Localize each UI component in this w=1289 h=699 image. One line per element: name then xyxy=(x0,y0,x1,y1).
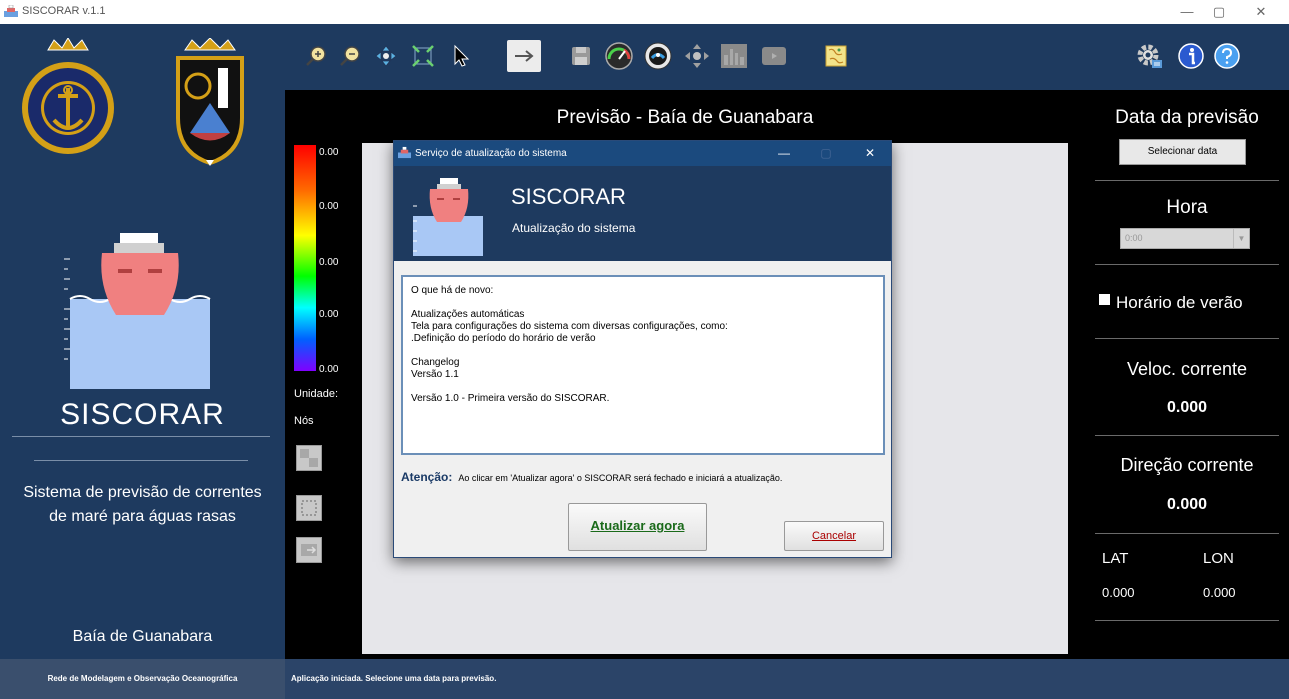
chart-icon[interactable] xyxy=(718,40,750,72)
screen-icon[interactable] xyxy=(758,40,790,72)
dialog-warning: Atenção: Ao clicar em 'Atualizar agora' o… xyxy=(401,470,782,484)
panel-divider xyxy=(1095,180,1279,181)
select-date-button[interactable]: Selecionar data xyxy=(1119,139,1246,165)
text-line: Tela para configurações do sistema com d… xyxy=(411,321,728,332)
dialog-titlebar: Serviço de atualização do sistema — ▢ ✕ xyxy=(394,141,891,166)
legend-value: 0.00 xyxy=(319,257,339,268)
dialog-maximize-button[interactable]: ▢ xyxy=(812,143,840,163)
lat-value: 0.000 xyxy=(1102,585,1135,600)
zoom-out-icon[interactable] xyxy=(335,40,367,72)
dialog-minimize-button[interactable]: — xyxy=(770,143,798,163)
speed-title: Veloc. corrente xyxy=(1126,359,1248,379)
panel-divider xyxy=(1095,620,1279,621)
warning-text: Ao clicar em 'Atualizar agora' o SISCORA… xyxy=(458,473,783,483)
export-button[interactable] xyxy=(296,537,322,563)
cancel-button[interactable]: Cancelar xyxy=(784,521,884,551)
lon-label: LON xyxy=(1203,550,1234,567)
hour-select[interactable]: 0:00 ▼ xyxy=(1120,228,1250,249)
direction-value: 0.000 xyxy=(1166,496,1208,513)
selection-box-button[interactable] xyxy=(296,495,322,521)
zoom-extent-icon[interactable] xyxy=(407,40,439,72)
text-line: Versão 1.0 - Primeira versão do SISCORAR… xyxy=(411,393,610,404)
warning-label: Atenção: xyxy=(401,470,453,484)
ship-illustration-icon xyxy=(64,233,211,389)
dialog-title: Serviço de atualização do sistema xyxy=(415,148,567,159)
map-icon[interactable] xyxy=(820,40,852,72)
legend-value: 0.00 xyxy=(319,364,339,375)
sidebar-divider xyxy=(12,436,270,437)
ship-app-icon xyxy=(4,5,18,17)
close-button[interactable]: ✕ xyxy=(1241,2,1281,22)
forecast-date-title: Data da previsão xyxy=(1115,107,1259,128)
ship-illustration-icon xyxy=(413,178,483,256)
settings-icon[interactable] xyxy=(1133,40,1165,72)
speedometer-icon[interactable] xyxy=(603,40,635,72)
sidebar-app-name: SISCORAR xyxy=(60,398,225,431)
speed-value: 0.000 xyxy=(1166,399,1208,416)
hour-title: Hora xyxy=(1166,197,1208,218)
direction-title: Direção corrente xyxy=(1120,455,1254,475)
toolbar xyxy=(285,24,1289,90)
pan-icon[interactable] xyxy=(370,40,402,72)
window-titlebar: SISCORAR v.1.1 — ▢ ✕ xyxy=(0,0,1289,24)
dst-checkbox[interactable] xyxy=(1099,294,1110,305)
left-sidebar: SISCORAR Sistema de previsão de corrente… xyxy=(0,24,285,659)
dst-label: Horário de verão xyxy=(1116,293,1243,312)
dialog-subtitle: Atualização do sistema xyxy=(512,221,636,235)
pointer-icon[interactable] xyxy=(445,40,477,72)
panel-divider xyxy=(1095,533,1279,534)
panel-divider xyxy=(1095,435,1279,436)
lon-value: 0.000 xyxy=(1203,585,1236,600)
text-line: Changelog xyxy=(411,357,460,368)
move-icon[interactable] xyxy=(681,40,713,72)
whats-new-textarea[interactable]: O que há de novo: Atualizações automátic… xyxy=(401,275,885,455)
text-line: .Definição do período do horário de verã… xyxy=(411,333,596,344)
page-title: Previsão - Baía de Guanabara xyxy=(556,107,814,128)
text-line: Versão 1.1 xyxy=(411,369,459,380)
arrow-icon[interactable] xyxy=(507,40,541,72)
sidebar-divider xyxy=(34,460,248,461)
animation-icon[interactable] xyxy=(642,40,674,72)
status-bar: Rede de Modelagem e Observação Oceanográ… xyxy=(0,659,1289,699)
update-now-button[interactable]: Atualizar agora xyxy=(568,503,707,551)
legend-value: 0.00 xyxy=(319,201,339,212)
update-dialog: Serviço de atualização do sistema — ▢ ✕ … xyxy=(393,140,892,558)
description-line: de maré para águas rasas xyxy=(49,508,236,525)
marinha-do-brasil-emblem xyxy=(22,38,114,154)
legend-value: 0.00 xyxy=(319,147,339,158)
unit-label: Unidade: xyxy=(294,388,339,400)
status-organization: Rede de Modelagem e Observação Oceanográ… xyxy=(0,659,285,699)
text-line: Atualizações automáticas xyxy=(411,309,525,320)
info-icon[interactable] xyxy=(1175,40,1207,72)
right-panel: Data da previsão Selecionar data Hora 0:… xyxy=(1085,90,1289,659)
dialog-header: SISCORAR Atualização do sistema xyxy=(394,166,891,261)
window-title: SISCORAR v.1.1 xyxy=(22,5,106,17)
unit-value: Nós xyxy=(294,415,314,427)
hour-select-value: 0:00 xyxy=(1125,233,1143,243)
lat-label: LAT xyxy=(1102,550,1129,567)
color-scale-legend xyxy=(294,145,316,371)
panel-divider xyxy=(1095,264,1279,265)
save-icon[interactable] xyxy=(565,40,597,72)
zoom-in-icon[interactable] xyxy=(301,40,333,72)
navy-ship-crest xyxy=(176,38,244,166)
panel-divider xyxy=(1095,338,1279,339)
dialog-close-button[interactable]: ✕ xyxy=(856,143,884,163)
ship-app-icon xyxy=(398,146,411,159)
maximize-button[interactable]: ▢ xyxy=(1199,2,1239,22)
help-icon[interactable] xyxy=(1211,40,1243,72)
description-line: Sistema de previsão de correntes xyxy=(23,484,262,501)
status-message: Aplicação iniciada. Selecione uma data p… xyxy=(291,674,497,683)
grid-toggle-button[interactable] xyxy=(296,445,322,471)
sidebar-region: Baía de Guanabara xyxy=(72,628,213,645)
chevron-down-icon: ▼ xyxy=(1233,229,1249,248)
text-line: O que há de novo: xyxy=(411,285,494,296)
sidebar-description: Sistema de previsão de correntes de maré… xyxy=(0,481,285,529)
legend-value: 0.00 xyxy=(319,309,339,320)
dialog-app-name: SISCORAR xyxy=(511,184,626,209)
